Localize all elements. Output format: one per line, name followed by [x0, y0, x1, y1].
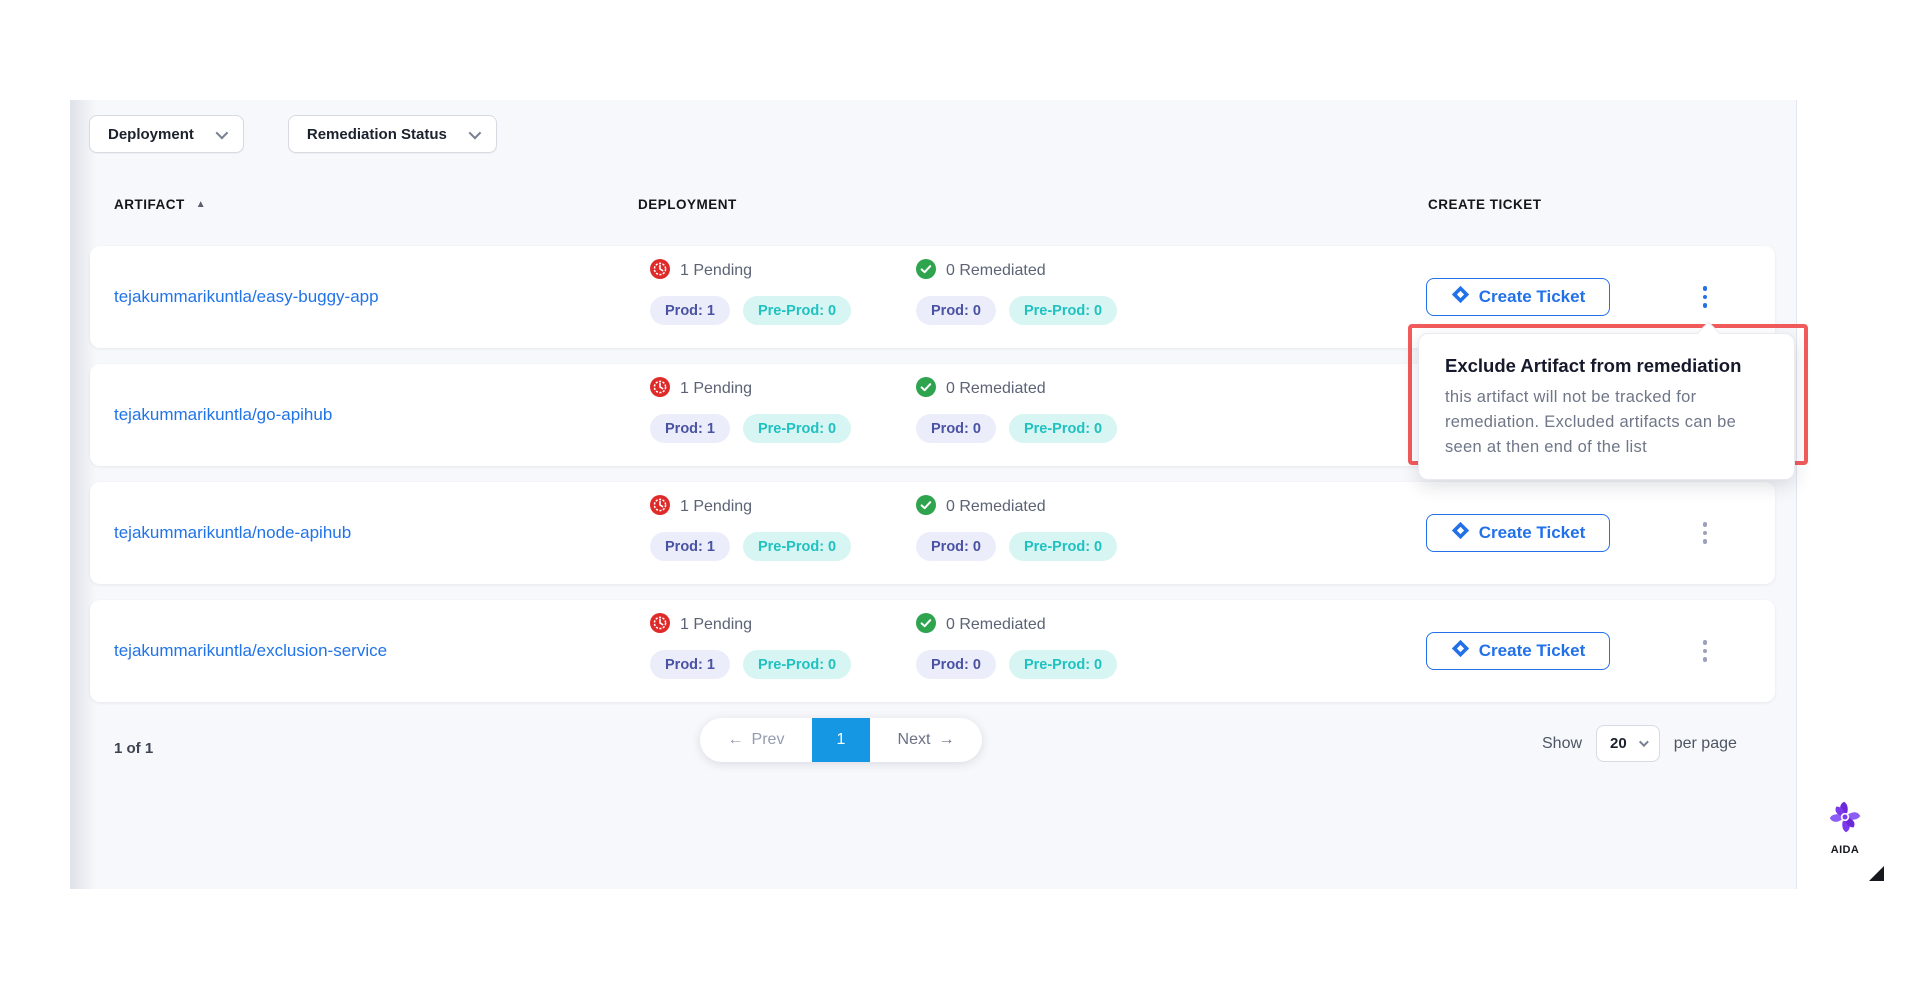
- chevron-down-icon: [468, 126, 481, 139]
- preprod-badge: Pre-Prod: 0: [743, 650, 851, 679]
- remediated-count-label: 0 Remediated: [946, 262, 1046, 280]
- prod-badge: Prod: 0: [916, 414, 996, 443]
- remediated-count-label: 0 Remediated: [946, 380, 1046, 398]
- pending-clock-icon: [650, 495, 670, 520]
- table-row: tejakummarikuntla/exclusion-service 1 Pe…: [90, 600, 1775, 702]
- row-actions-kebab-menu[interactable]: [1689, 513, 1721, 553]
- artifact-link[interactable]: tejakummarikuntla/node-apihub: [114, 523, 351, 543]
- column-header-create-ticket-label: CREATE TICKET: [1428, 197, 1542, 212]
- aida-flower-icon: [1826, 798, 1864, 839]
- create-ticket-button[interactable]: Create Ticket: [1426, 632, 1610, 670]
- per-page-label: per page: [1674, 735, 1737, 753]
- column-header-deployment-label: DEPLOYMENT: [638, 197, 737, 212]
- deployment-filter-label: Deployment: [108, 126, 194, 143]
- resize-handle-icon: [1869, 866, 1884, 881]
- pending-stat-group: 1 Pending Prod: 1 Pre-Prod: 0: [650, 259, 851, 325]
- prod-badge: Prod: 1: [650, 414, 730, 443]
- chevron-down-icon: [1639, 737, 1649, 747]
- remediated-stat-group: 0 Remediated Prod: 0 Pre-Prod: 0: [916, 495, 1117, 561]
- row-actions-kebab-menu[interactable]: [1689, 277, 1721, 317]
- ticket-diamond-icon: [1451, 639, 1470, 663]
- prod-badge: Prod: 1: [650, 532, 730, 561]
- page-size-control: Show 20 per page: [1542, 725, 1737, 762]
- remediated-check-icon: [916, 377, 936, 402]
- preprod-badge: Pre-Prod: 0: [743, 532, 851, 561]
- prod-badge: Prod: 0: [916, 650, 996, 679]
- filter-bar: Deployment Remediation Status: [89, 115, 497, 153]
- remediated-count-label: 0 Remediated: [946, 616, 1046, 634]
- create-ticket-button-label: Create Ticket: [1479, 287, 1585, 307]
- remediation-status-filter-dropdown[interactable]: Remediation Status: [288, 115, 497, 153]
- pending-count-label: 1 Pending: [680, 498, 752, 516]
- ticket-diamond-icon: [1451, 521, 1470, 545]
- remediated-check-icon: [916, 613, 936, 638]
- create-ticket-button[interactable]: Create Ticket: [1426, 514, 1610, 552]
- remediated-stat-group: 0 Remediated Prod: 0 Pre-Prod: 0: [916, 613, 1117, 679]
- remediated-stat-group: 0 Remediated Prod: 0 Pre-Prod: 0: [916, 377, 1117, 443]
- arrow-right-icon: →: [938, 731, 954, 749]
- next-label: Next: [898, 731, 931, 749]
- pending-count-label: 1 Pending: [680, 380, 752, 398]
- artifact-link[interactable]: tejakummarikuntla/exclusion-service: [114, 641, 387, 661]
- row-actions-kebab-menu[interactable]: [1689, 631, 1721, 671]
- preprod-badge: Pre-Prod: 0: [1009, 532, 1117, 561]
- show-label: Show: [1542, 735, 1582, 753]
- pending-count-label: 1 Pending: [680, 262, 752, 280]
- pending-stat-group: 1 Pending Prod: 1 Pre-Prod: 0: [650, 613, 851, 679]
- tooltip-title: Exclude Artifact from remediation: [1445, 355, 1768, 377]
- column-header-artifact[interactable]: ARTIFACT ▲: [114, 197, 206, 212]
- prod-badge: Prod: 1: [650, 650, 730, 679]
- prev-label: Prev: [752, 731, 785, 749]
- sort-ascending-icon: ▲: [196, 199, 206, 210]
- aida-assistant-launcher[interactable]: AIDA: [1822, 798, 1868, 856]
- pending-clock-icon: [650, 377, 670, 402]
- page-size-select[interactable]: 20: [1596, 725, 1660, 762]
- preprod-badge: Pre-Prod: 0: [1009, 296, 1117, 325]
- content-panel: Deployment Remediation Status ARTIFACT ▲…: [70, 100, 1797, 889]
- pending-stat-group: 1 Pending Prod: 1 Pre-Prod: 0: [650, 377, 851, 443]
- chevron-down-icon: [215, 126, 228, 139]
- pending-clock-icon: [650, 259, 670, 284]
- create-ticket-button-label: Create Ticket: [1479, 641, 1585, 661]
- column-header-create-ticket: CREATE TICKET: [1428, 197, 1542, 212]
- page-summary: 1 of 1: [114, 740, 153, 757]
- pagination-control: ← Prev 1 Next →: [700, 718, 982, 762]
- page-number-button[interactable]: 1: [812, 718, 870, 762]
- preprod-badge: Pre-Prod: 0: [743, 296, 851, 325]
- column-header-deployment: DEPLOYMENT: [638, 197, 737, 212]
- pending-count-label: 1 Pending: [680, 616, 752, 634]
- pending-stat-group: 1 Pending Prod: 1 Pre-Prod: 0: [650, 495, 851, 561]
- table-row: tejakummarikuntla/node-apihub 1 Pending …: [90, 482, 1775, 584]
- prev-page-button[interactable]: ← Prev: [700, 718, 812, 762]
- remediated-count-label: 0 Remediated: [946, 498, 1046, 516]
- ticket-diamond-icon: [1451, 285, 1470, 309]
- arrow-left-icon: ←: [728, 731, 744, 749]
- preprod-badge: Pre-Prod: 0: [1009, 414, 1117, 443]
- preprod-badge: Pre-Prod: 0: [1009, 650, 1117, 679]
- create-ticket-button[interactable]: Create Ticket: [1426, 278, 1610, 316]
- prod-badge: Prod: 0: [916, 532, 996, 561]
- remediated-check-icon: [916, 495, 936, 520]
- preprod-badge: Pre-Prod: 0: [743, 414, 851, 443]
- prod-badge: Prod: 0: [916, 296, 996, 325]
- exclude-artifact-tooltip: Exclude Artifact from remediation this a…: [1418, 333, 1795, 480]
- artifact-link[interactable]: tejakummarikuntla/easy-buggy-app: [114, 287, 379, 307]
- remediated-stat-group: 0 Remediated Prod: 0 Pre-Prod: 0: [916, 259, 1117, 325]
- artifact-table: tejakummarikuntla/easy-buggy-app 1 Pendi…: [90, 246, 1775, 718]
- create-ticket-button-label: Create Ticket: [1479, 523, 1585, 543]
- remediated-check-icon: [916, 259, 936, 284]
- aida-label: AIDA: [1831, 844, 1860, 856]
- pending-clock-icon: [650, 613, 670, 638]
- deployment-filter-dropdown[interactable]: Deployment: [89, 115, 244, 153]
- remediation-status-filter-label: Remediation Status: [307, 126, 447, 143]
- next-page-button[interactable]: Next →: [870, 718, 982, 762]
- tooltip-body: this artifact will not be tracked for re…: [1445, 385, 1768, 459]
- page-size-value: 20: [1610, 735, 1627, 752]
- prod-badge: Prod: 1: [650, 296, 730, 325]
- column-header-artifact-label: ARTIFACT: [114, 197, 185, 212]
- artifact-link[interactable]: tejakummarikuntla/go-apihub: [114, 405, 332, 425]
